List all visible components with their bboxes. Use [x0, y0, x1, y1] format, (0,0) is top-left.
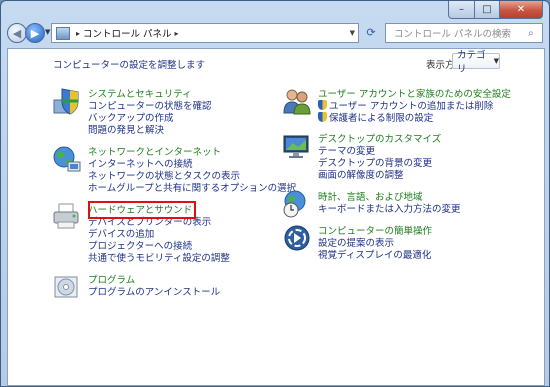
- chevron-down-icon: ▼: [493, 57, 499, 65]
- desktop-monitor-icon: [283, 135, 309, 158]
- highlight-box: [88, 201, 196, 219]
- category-network-internet: ネットワークとインターネット インターネットへの接続 ネットワークの状態とタスク…: [52, 144, 296, 194]
- ease-of-access-icon: [284, 225, 310, 251]
- recent-pages-dropdown[interactable]: ▼: [45, 28, 50, 36]
- refresh-button[interactable]: ⟳: [361, 23, 381, 41]
- clock-globe-icon: [283, 190, 306, 218]
- category-programs: プログラム プログラムのアンインストール: [52, 272, 272, 302]
- view-by-value: カテゴリ: [457, 50, 486, 75]
- search-box[interactable]: コントロール パネルの検索 ⌕: [385, 23, 543, 43]
- category-system-security: システムとセキュリティ コンピューターの状態を確認 バックアップの作成 問題の発…: [52, 86, 272, 136]
- network-globe-icon: [53, 146, 81, 172]
- control-panel-icon: [56, 26, 70, 40]
- minimize-button[interactable]: –: [448, 1, 475, 19]
- category-desktop-customization: デスクトップのカスタマイズ テーマの変更 デスクトップの背景の変更 画面の解像度…: [282, 131, 502, 181]
- title-bar: – □ ✕: [1, 1, 549, 21]
- caption-buttons: – □ ✕: [448, 1, 543, 19]
- forward-button[interactable]: ▶: [25, 23, 45, 43]
- shield-system-icon: [53, 88, 79, 115]
- search-input[interactable]: コントロール パネルの検索: [394, 26, 528, 40]
- forward-arrow-icon: ▶: [30, 26, 40, 40]
- category-clock-language-region: 時計、言語、および地域 キーボードまたは入力方法の変更: [282, 189, 502, 219]
- category-link[interactable]: 視覚ディスプレイの最適化: [318, 247, 431, 261]
- address-bar[interactable]: ▸ コントロール パネル ▸ ▼: [51, 23, 359, 43]
- address-dropdown-icon[interactable]: ▼: [350, 29, 355, 37]
- back-arrow-icon: ◀: [12, 26, 22, 40]
- uac-shield-icon: [318, 112, 327, 122]
- back-button[interactable]: ◀: [7, 23, 27, 43]
- breadcrumb-chevron-icon[interactable]: ▸: [175, 29, 179, 38]
- page-heading: コンピューターの設定を調整します: [53, 60, 206, 71]
- category-link[interactable]: ホームグループと共有に関するオプションの選択: [88, 180, 296, 194]
- category-link[interactable]: 保護者による制限の設定: [318, 110, 433, 124]
- refresh-icon: ⟳: [366, 25, 376, 39]
- users-icon: [283, 89, 311, 115]
- category-link[interactable]: 共通で使うモビリティ設定の調整: [88, 250, 230, 264]
- view-by-select[interactable]: カテゴリ ▼: [452, 50, 500, 75]
- uac-shield-icon: [318, 100, 327, 110]
- control-panel-window: – □ ✕ ◀ ▶ ▼ ▸ コントロール パネル ▸ ▼ ⟳ コントロール パネ…: [0, 0, 550, 387]
- category-link[interactable]: プログラムのアンインストール: [88, 284, 220, 298]
- category-link[interactable]: 画面の解像度の調整: [318, 167, 404, 181]
- printer-hardware-icon: [53, 203, 79, 229]
- search-icon[interactable]: ⌕: [528, 28, 542, 39]
- breadcrumb-chevron-icon[interactable]: ▸: [76, 29, 80, 38]
- close-button[interactable]: ✕: [500, 1, 543, 19]
- category-link[interactable]: キーボードまたは入力方法の変更: [318, 201, 461, 215]
- programs-disc-icon: [54, 276, 78, 298]
- category-link[interactable]: 問題の発見と解決: [88, 122, 164, 136]
- main-content: コンピューターの設定を調整します 表示方法: カテゴリ ▼ システムとセキュリテ…: [7, 48, 545, 386]
- category-user-accounts: ユーザー アカウントと家族のための安全設定 ユーザー アカウントの追加または削除…: [282, 86, 522, 126]
- category-ease-of-access: コンピューターの簡単操作 設定の提案の表示 視覚ディスプレイの最適化: [282, 223, 502, 263]
- breadcrumb-control-panel[interactable]: コントロール パネル: [83, 26, 172, 40]
- navigation-bar: ◀ ▶ ▼ ▸ コントロール パネル ▸ ▼ ⟳ コントロール パネルの検索 ⌕: [1, 21, 549, 45]
- maximize-button[interactable]: □: [475, 1, 500, 19]
